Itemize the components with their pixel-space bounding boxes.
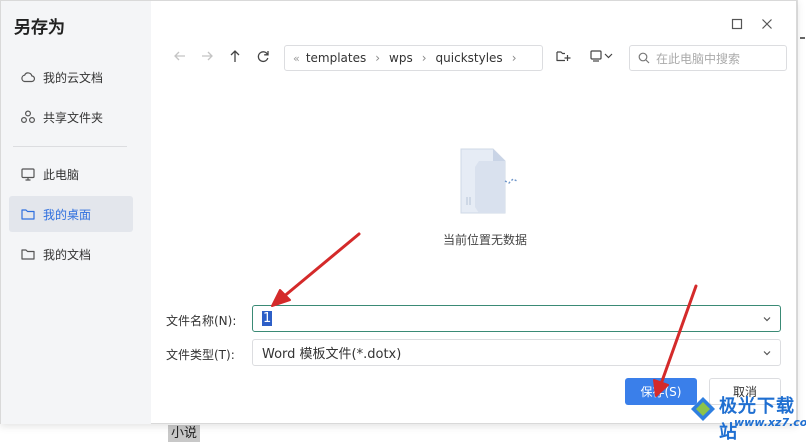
- folder-icon: [20, 206, 36, 222]
- document-edge: [797, 0, 806, 424]
- save-as-dialog: 另存为 我的云文档 共享文件夹 此电脑 我的桌面 我的文档 ‹‹ templat…: [0, 0, 797, 424]
- dialog-title: 另存为: [14, 18, 65, 38]
- chevron-right-icon: ›: [421, 51, 427, 65]
- arrow-right-icon: [199, 48, 215, 68]
- view-icon: [589, 48, 615, 68]
- maximize-icon: [731, 15, 743, 34]
- filetype-select[interactable]: Word 模板文件(*.dotx): [252, 339, 781, 366]
- sidebar-item-label: 共享文件夹: [43, 110, 104, 125]
- monitor-icon: [20, 166, 36, 182]
- refresh-button[interactable]: [252, 47, 274, 69]
- search-placeholder: 在此电脑中搜索: [656, 51, 741, 66]
- arrow-up-icon: [227, 48, 243, 68]
- chevron-down-icon[interactable]: [762, 313, 772, 323]
- sidebar-item-this-pc[interactable]: 此电脑: [9, 156, 133, 192]
- breadcrumb-item[interactable]: templates: [306, 51, 366, 65]
- chevron-down-icon: [762, 347, 772, 357]
- sidebar: 另存为 我的云文档 共享文件夹 此电脑 我的桌面 我的文档: [1, 1, 151, 424]
- chevron-right-icon: ›: [511, 51, 517, 65]
- new-folder-icon: [555, 48, 571, 68]
- folder-icon: [20, 246, 36, 262]
- filename-field[interactable]: 1: [252, 305, 781, 332]
- sidebar-item-cloud-docs[interactable]: 我的云文档: [9, 59, 133, 95]
- site-watermark: 极光下载站 www.xz7.com: [686, 392, 806, 443]
- share-icon: [20, 109, 36, 125]
- breadcrumb[interactable]: ‹‹ templates › wps › quickstyles ›: [284, 45, 543, 71]
- sidebar-item-label: 此电脑: [43, 167, 80, 182]
- filetype-value: Word 模板文件(*.dotx): [262, 347, 402, 362]
- breadcrumb-item[interactable]: quickstyles: [436, 51, 503, 65]
- chevron-right-icon: ›: [375, 51, 381, 65]
- empty-state-text: 当前位置无数据: [443, 233, 528, 247]
- forward-button[interactable]: [196, 47, 218, 69]
- filetype-label: 文件类型(T):: [166, 348, 235, 362]
- maximize-button[interactable]: [728, 15, 746, 33]
- filename-label: 文件名称(N):: [166, 314, 237, 328]
- view-mode-button[interactable]: [586, 47, 618, 69]
- up-button[interactable]: [224, 47, 246, 69]
- document-text: 小说: [168, 425, 201, 442]
- empty-folder-illustration: [457, 147, 523, 217]
- document-edge-mark: [800, 37, 805, 39]
- page: 小说 另存为 我的云文档 共享文件夹 此电脑 我的桌面 我的文档 ‹‹ temp…: [0, 0, 806, 443]
- sidebar-item-label: 我的云文档: [43, 70, 104, 85]
- filename-value: 1: [262, 311, 273, 326]
- watermark-url: www.xz7.com: [734, 416, 806, 429]
- close-icon: [761, 15, 773, 34]
- close-button[interactable]: [758, 15, 776, 33]
- cloud-icon: [20, 69, 36, 85]
- back-button[interactable]: [169, 47, 191, 69]
- sidebar-divider: [13, 146, 127, 147]
- breadcrumb-item[interactable]: wps: [389, 51, 413, 65]
- watermark-logo-icon: [691, 397, 715, 421]
- breadcrumb-overflow-icon: ‹‹: [293, 51, 300, 65]
- sidebar-item-shared-folder[interactable]: 共享文件夹: [9, 99, 133, 135]
- refresh-icon: [255, 48, 271, 68]
- arrow-left-icon: [172, 48, 188, 68]
- sidebar-item-label: 我的桌面: [43, 207, 92, 222]
- search-icon: [638, 49, 650, 68]
- search-input[interactable]: 在此电脑中搜索: [629, 45, 787, 71]
- sidebar-item-my-desktop[interactable]: 我的桌面: [9, 196, 133, 232]
- sidebar-item-my-documents[interactable]: 我的文档: [9, 236, 133, 272]
- new-folder-button[interactable]: [552, 47, 574, 69]
- sidebar-item-label: 我的文档: [43, 247, 92, 262]
